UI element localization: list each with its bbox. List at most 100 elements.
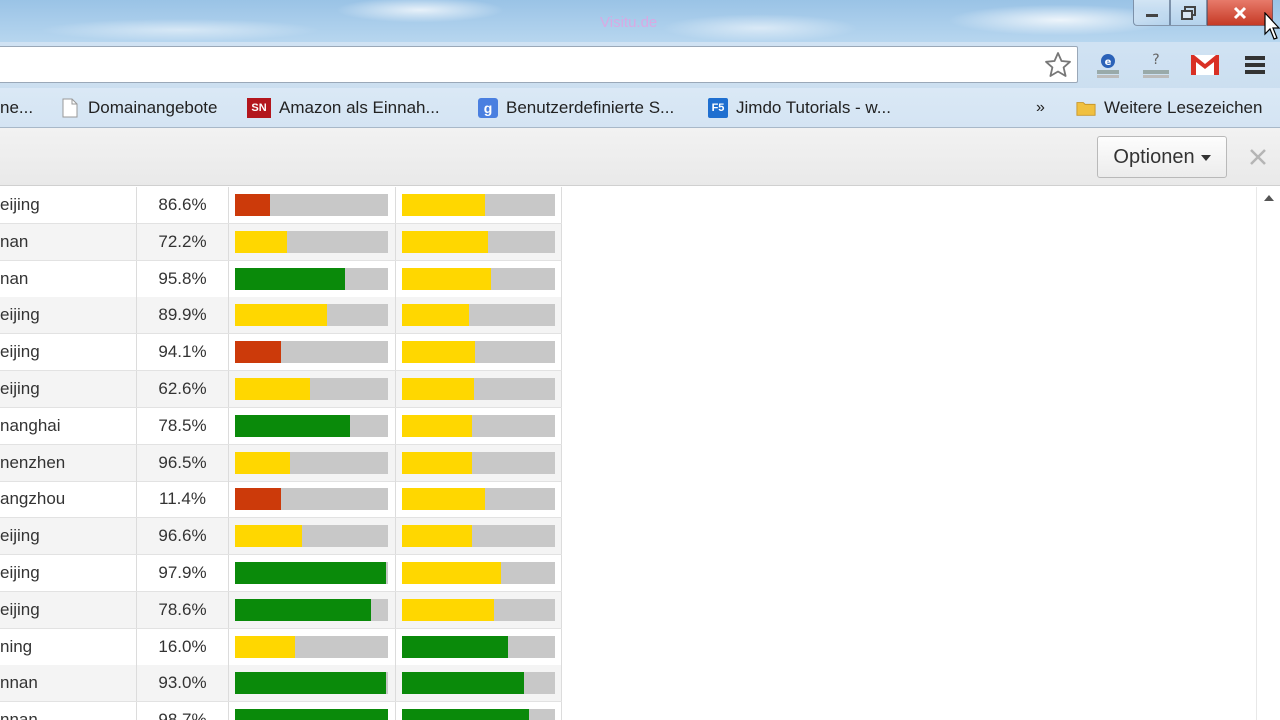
percent-cell: 93.0% [137,665,229,702]
bar-fill [402,672,524,695]
bar-cell-secondary [396,555,562,591]
bar-fill [402,451,472,474]
bar-track [402,304,555,327]
bookmark-item[interactable]: F5 Jimdo Tutorials - w... [708,96,891,120]
bar-fill [235,451,290,474]
percent-cell: 98.7% [137,702,229,720]
table-row: eijing 86.6% [0,187,562,224]
percent-cell: 16.0% [137,628,229,665]
bookmark-folder-other[interactable]: Weitere Lesezeichen [1076,96,1262,120]
bar-track [402,230,555,253]
bar-track [235,230,388,253]
minimize-button[interactable] [1133,0,1170,26]
bar-cell-primary [229,297,396,334]
bar-cell-primary [229,591,396,628]
bar-cell-primary [229,371,396,407]
bar-fill [235,709,388,720]
bar-track [235,304,388,327]
bookmark-item[interactable]: ne... [0,96,33,120]
location-cell: eijing [0,518,137,555]
bar-fill [235,635,295,658]
svg-text:e: e [1105,57,1112,68]
bar-fill [402,304,469,327]
bar-fill [235,304,327,327]
window-titlebar: Visitu.de [0,0,1280,42]
bar-track [235,451,388,474]
bar-track [235,562,388,584]
bar-track [235,378,388,400]
table-row: nan 95.8% [0,260,562,298]
menu-icon[interactable] [1240,50,1270,80]
table-row: angzhou 11.4% [0,481,562,519]
location-cell: angzhou [0,481,137,518]
bar-cell-primary [229,407,396,444]
location-cell: nanghai [0,407,137,444]
address-bar[interactable] [0,46,1078,83]
bar-track [235,414,388,437]
percent-cell: 72.2% [137,223,229,260]
bar-track [235,672,388,695]
bar-cell-secondary [396,518,562,555]
bar-fill [235,194,270,216]
location-cell: eijing [0,591,137,628]
location-cell: eijing [0,555,137,591]
bookmark-item[interactable]: Domainangebote [60,96,217,120]
bar-track [402,488,555,511]
bar-fill [402,341,475,364]
bar-track [235,525,388,548]
bar-cell-secondary [396,260,562,297]
bookmark-item[interactable]: SN Amazon als Einnah... [247,96,440,120]
bar-track [235,635,388,658]
table-row: eijing 96.6% [0,518,562,556]
bar-fill [402,267,491,290]
bar-track [235,598,388,621]
bar-track [402,598,555,621]
restore-button[interactable] [1170,0,1207,26]
bar-track [235,194,388,216]
mouse-cursor-icon [1264,12,1280,40]
options-dropdown-button[interactable]: Optionen [1097,136,1227,178]
close-panel-icon[interactable] [1247,146,1269,168]
bar-track [235,267,388,290]
bookmarks-overflow-button[interactable]: » [1036,96,1045,120]
bookmark-label: Amazon als Einnah... [279,98,440,117]
bar-track [235,341,388,364]
location-cell: eijing [0,297,137,334]
percent-cell: 62.6% [137,371,229,407]
bar-fill [402,562,501,584]
bar-track [402,414,555,437]
bar-fill [402,598,494,621]
close-icon [1233,6,1247,19]
f5-icon: F5 [708,98,728,118]
results-table: eijing 86.6% nan 72.2% nan 95.8% eijing 89.9% ei… [0,187,1256,720]
bookmark-label: Domainangebote [88,98,218,117]
page-header: Optionen [0,128,1280,186]
table-row: nnan 98.7% [0,702,562,720]
location-cell: nan [0,223,137,260]
folder-icon [1076,98,1096,118]
help-extension-icon[interactable]: ? [1141,50,1171,80]
bar-fill [235,414,350,437]
bar-cell-secondary [396,334,562,371]
bar-track [402,451,555,474]
percent-cell: 96.6% [137,518,229,555]
bar-fill [402,635,508,658]
percent-cell: 11.4% [137,481,229,518]
bar-track [402,709,555,720]
page-icon [60,98,80,118]
gmail-icon[interactable] [1190,50,1220,80]
location-cell: nenzhen [0,444,137,481]
bar-cell-secondary [396,371,562,407]
table-row: eijing 94.1% [0,334,562,372]
scroll-up-arrow-icon[interactable] [1264,195,1274,201]
vertical-scrollbar[interactable] [1256,187,1280,720]
bookmark-item[interactable]: g Benutzerdefinierte S... [478,96,674,120]
extension-icon[interactable]: e [1093,50,1123,80]
location-cell: eijing [0,371,137,407]
bar-cell-primary [229,260,396,297]
bar-fill [402,488,485,511]
bar-cell-primary [229,555,396,591]
bar-fill [235,267,345,290]
star-icon[interactable] [1044,51,1072,79]
bar-cell-secondary [396,407,562,444]
